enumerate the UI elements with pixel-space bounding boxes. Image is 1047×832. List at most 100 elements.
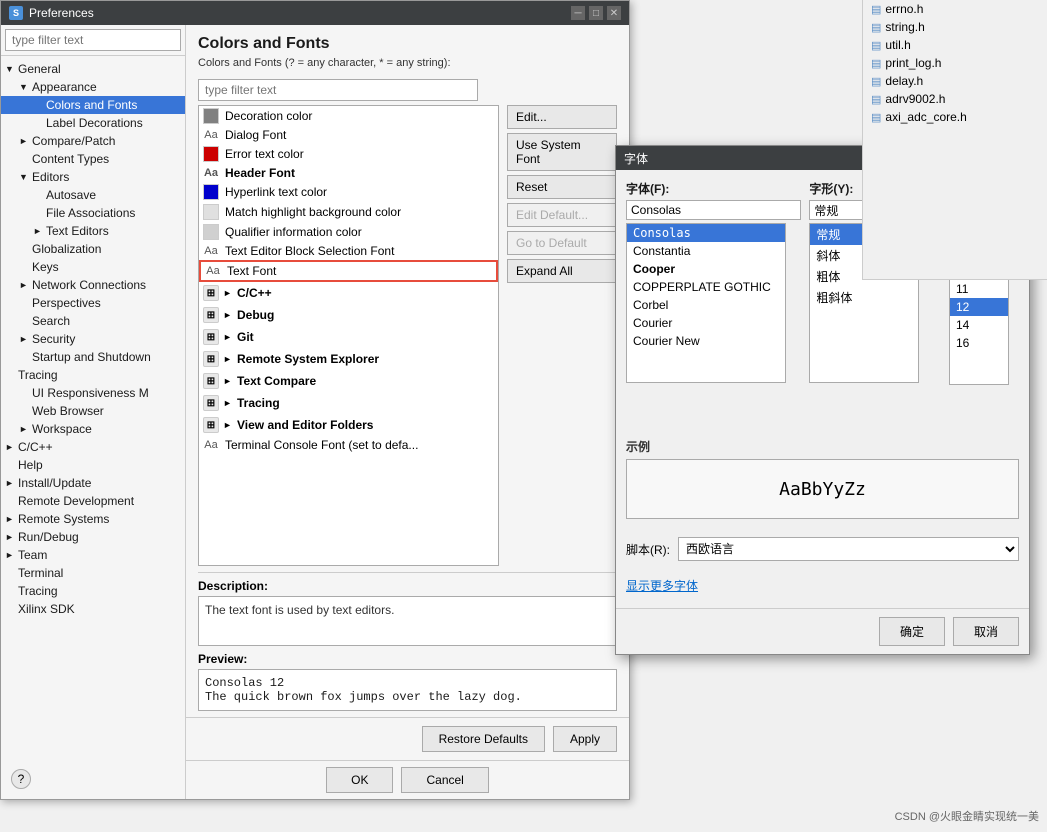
minimize-button[interactable]: ─ — [571, 6, 585, 20]
font-preview-section: 示例 AaBbYyZz — [626, 432, 1019, 525]
file-list-item[interactable]: ▤axi_adc_core.h — [863, 108, 1047, 126]
file-list-item[interactable]: ▤errno.h — [863, 0, 1047, 18]
sidebar-item-appearance[interactable]: ▼Appearance — [1, 78, 185, 96]
tree-arrow-remote-systems: ► — [5, 514, 15, 524]
sidebar-item-tracing2[interactable]: Tracing — [1, 582, 185, 600]
color-item-error-text-color[interactable]: Error text color — [199, 144, 498, 164]
help-button[interactable]: ? — [11, 769, 31, 789]
file-list-item[interactable]: ▤adrv9002.h — [863, 90, 1047, 108]
color-item-text-font[interactable]: AaText Font — [199, 260, 498, 282]
ok-button[interactable]: OK — [326, 767, 393, 793]
use-system-font-button[interactable]: Use System Font — [507, 133, 617, 171]
sidebar-item-ui-responsiveness[interactable]: UI Responsiveness M — [1, 384, 185, 402]
sidebar-item-install-update[interactable]: ►Install/Update — [1, 474, 185, 492]
file-name: errno.h — [885, 2, 923, 16]
sidebar-item-search[interactable]: Search — [1, 312, 185, 330]
color-item-header-font[interactable]: AaHeader Font — [199, 164, 498, 182]
more-fonts-link[interactable]: 显示更多字体 — [626, 573, 1019, 598]
sidebar-item-remote-systems[interactable]: ►Remote Systems — [1, 510, 185, 528]
color-group-remote-explorer[interactable]: ⊞►Remote System Explorer — [199, 348, 498, 370]
sidebar-item-startup[interactable]: Startup and Shutdown — [1, 348, 185, 366]
font-name-input[interactable] — [626, 200, 801, 220]
sidebar-item-colors-and-fonts[interactable]: Colors and Fonts — [1, 96, 185, 114]
reset-button[interactable]: Reset — [507, 175, 617, 199]
sidebar-item-globalization[interactable]: Globalization — [1, 240, 185, 258]
font-cancel-button[interactable]: 取消 — [953, 617, 1019, 646]
font-size-item[interactable]: 16 — [950, 334, 1008, 352]
color-item-text-editor-block[interactable]: AaText Editor Block Selection Font — [199, 242, 498, 260]
sidebar-item-run-debug[interactable]: ►Run/Debug — [1, 528, 185, 546]
preview-section: Preview: Consolas 12 The quick brown fox… — [186, 646, 629, 717]
color-group-tracing-group[interactable]: ⊞►Tracing — [199, 392, 498, 414]
sidebar-item-team[interactable]: ►Team — [1, 546, 185, 564]
sidebar-item-network-connections[interactable]: ►Network Connections — [1, 276, 185, 294]
font-size-item[interactable]: 14 — [950, 316, 1008, 334]
tree-arrow-general: ▼ — [5, 64, 15, 74]
color-group-cpp-group[interactable]: ⊞►C/C++ — [199, 282, 498, 304]
file-list-item[interactable]: ▤print_log.h — [863, 54, 1047, 72]
colors-filter-input[interactable] — [198, 79, 478, 101]
maximize-button[interactable]: □ — [589, 6, 603, 20]
color-item-dialog-font[interactable]: AaDialog Font — [199, 126, 498, 144]
edit-default-button[interactable]: Edit Default... — [507, 203, 617, 227]
cancel-button[interactable]: Cancel — [401, 767, 488, 793]
sidebar-search-input[interactable] — [5, 29, 181, 51]
sidebar-item-label-decorations[interactable]: Label Decorations — [1, 114, 185, 132]
font-ok-button[interactable]: 确定 — [879, 617, 945, 646]
close-button[interactable]: ✕ — [607, 6, 621, 20]
font-style-item[interactable]: 粗斜体 — [810, 287, 918, 308]
font-name-item[interactable]: COPPERPLATE GOTHIC — [627, 278, 785, 296]
font-name-item[interactable]: Corbel — [627, 296, 785, 314]
go-to-default-button[interactable]: Go to Default — [507, 231, 617, 255]
color-item-terminal-console[interactable]: AaTerminal Console Font (set to defa... — [199, 436, 498, 454]
sidebar-label-keys: Keys — [32, 260, 59, 274]
color-item-decoration-color[interactable]: Decoration color — [199, 106, 498, 126]
color-item-match-highlight[interactable]: Match highlight background color — [199, 202, 498, 222]
font-name-item[interactable]: Constantia — [627, 242, 785, 260]
sidebar-item-cpp[interactable]: ►C/C++ — [1, 438, 185, 456]
font-name-item[interactable]: Courier — [627, 314, 785, 332]
sidebar-item-compare-patch[interactable]: ►Compare/Patch — [1, 132, 185, 150]
sidebar-item-file-associations[interactable]: File Associations — [1, 204, 185, 222]
sidebar-item-workspace[interactable]: ►Workspace — [1, 420, 185, 438]
font-name-item[interactable]: Cooper — [627, 260, 785, 278]
file-name: print_log.h — [885, 56, 941, 70]
color-item-qualifier-info[interactable]: Qualifier information color — [199, 222, 498, 242]
font-name-item[interactable]: Consolas — [627, 224, 785, 242]
aa-icon-text-font: Aa — [205, 265, 221, 277]
sidebar-item-remote-development[interactable]: Remote Development — [1, 492, 185, 510]
group-label-debug-group: Debug — [237, 308, 274, 322]
font-size-item[interactable]: 12 — [950, 298, 1008, 316]
expand-all-button[interactable]: Expand All — [507, 259, 617, 283]
right-panel: Colors and Fonts Colors and Fonts (? = a… — [186, 25, 629, 799]
font-size-item[interactable]: 11 — [950, 280, 1008, 298]
color-group-view-editor[interactable]: ⊞►View and Editor Folders — [199, 414, 498, 436]
color-group-debug-group[interactable]: ⊞►Debug — [199, 304, 498, 326]
color-group-text-compare[interactable]: ⊞►Text Compare — [199, 370, 498, 392]
sidebar-item-tracing[interactable]: Tracing — [1, 366, 185, 384]
sidebar-label-general: General — [18, 62, 61, 76]
apply-button[interactable]: Apply — [553, 726, 617, 752]
sidebar-item-perspectives[interactable]: Perspectives — [1, 294, 185, 312]
file-icon: ▤ — [871, 75, 881, 88]
sidebar-item-terminal[interactable]: Terminal — [1, 564, 185, 582]
file-list-item[interactable]: ▤string.h — [863, 18, 1047, 36]
edit-button[interactable]: Edit... — [507, 105, 617, 129]
color-item-hyperlink-color[interactable]: Hyperlink text color — [199, 182, 498, 202]
sidebar-item-autosave[interactable]: Autosave — [1, 186, 185, 204]
sidebar-item-web-browser[interactable]: Web Browser — [1, 402, 185, 420]
font-name-item[interactable]: Courier New — [627, 332, 785, 350]
file-list-item[interactable]: ▤util.h — [863, 36, 1047, 54]
script-select[interactable]: 西欧语言 — [678, 537, 1019, 561]
sidebar-item-text-editors[interactable]: ►Text Editors — [1, 222, 185, 240]
restore-defaults-button[interactable]: Restore Defaults — [422, 726, 545, 752]
sidebar-item-editors[interactable]: ▼Editors — [1, 168, 185, 186]
file-list-item[interactable]: ▤delay.h — [863, 72, 1047, 90]
sidebar-item-general[interactable]: ▼General — [1, 60, 185, 78]
color-group-git-group[interactable]: ⊞►Git — [199, 326, 498, 348]
sidebar-item-help[interactable]: Help — [1, 456, 185, 474]
sidebar-item-xilinx[interactable]: Xilinx SDK — [1, 600, 185, 618]
sidebar-item-content-types[interactable]: Content Types — [1, 150, 185, 168]
sidebar-item-security[interactable]: ►Security — [1, 330, 185, 348]
sidebar-item-keys[interactable]: Keys — [1, 258, 185, 276]
